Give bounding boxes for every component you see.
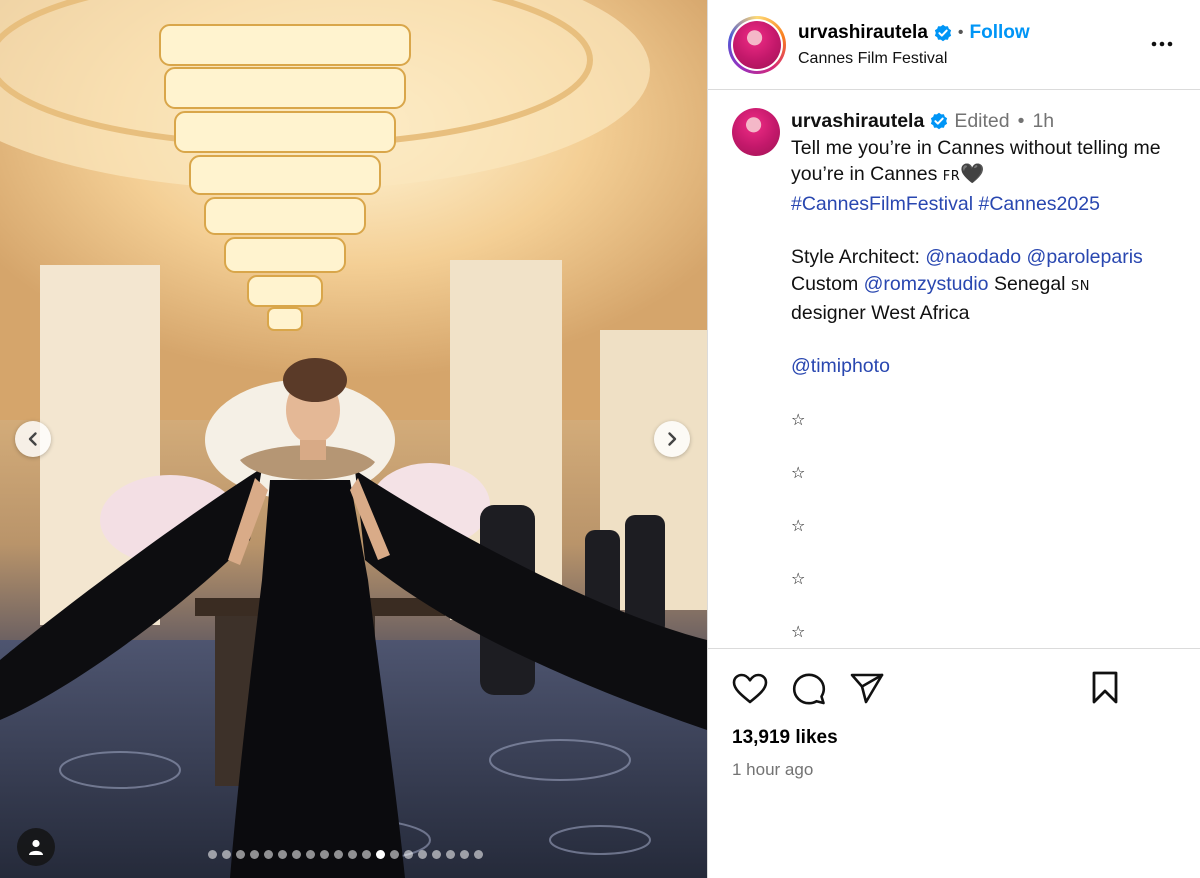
carousel-dot (390, 850, 399, 859)
post-media[interactable] (0, 0, 707, 878)
carousel-dot (404, 850, 413, 859)
carousel-dot (362, 850, 371, 859)
verified-badge-icon (934, 24, 952, 42)
mention-link[interactable]: @timiphoto (791, 355, 890, 377)
chevron-left-icon (28, 432, 37, 446)
flag-sn-emoji: SN (1070, 278, 1090, 294)
comment-icon (792, 673, 826, 705)
carousel-dot (264, 850, 273, 859)
black-heart-emoji: 🖤 (960, 163, 985, 186)
mention-link[interactable]: @paroleparis (1027, 246, 1143, 268)
hashtag-link[interactable]: #Cannes2025 (978, 193, 1099, 215)
header-separator: • (957, 23, 964, 41)
carousel-dot (320, 850, 329, 859)
post-photo (0, 0, 707, 878)
carousel-dot (376, 850, 385, 859)
save-button[interactable] (1091, 671, 1119, 710)
share-button[interactable] (850, 673, 884, 705)
carousel-dot (292, 850, 301, 859)
mention-link[interactable]: @naodado (925, 246, 1021, 268)
post-actions: 13,919 likes 1 hour ago (708, 648, 1200, 780)
comment-button[interactable] (792, 672, 826, 706)
star-line: ☆ (791, 409, 806, 429)
flag-fr-emoji: FR (942, 169, 961, 185)
carousel-dot (432, 850, 441, 859)
senegal-label: Senegal (993, 272, 1066, 295)
carousel-dot (446, 850, 455, 859)
star-line: ☆ (791, 569, 806, 589)
avatar[interactable] (733, 20, 781, 69)
location-link[interactable]: Cannes Film Festival (798, 50, 1030, 68)
caption-header: urvashirautela Edited • 1h (791, 108, 1181, 135)
star-line: ☆ (791, 622, 806, 642)
post-side-panel: urvashirautela • Follow Cannes Film Fest… (707, 0, 1200, 878)
carousel-dot (306, 850, 315, 859)
header-user-line: urvashirautela • Follow (798, 22, 1030, 44)
carousel-dot (418, 850, 427, 859)
post-header: urvashirautela • Follow Cannes Film Fest… (708, 0, 1200, 90)
carousel-next-button[interactable] (654, 421, 690, 457)
carousel-dot (236, 850, 245, 859)
caption-text: Tell me you’re in Cannes without telling… (791, 135, 1181, 646)
carousel-dot (474, 850, 483, 859)
style-architect-label: Style Architect: (791, 245, 920, 268)
edited-label: Edited (954, 110, 1010, 132)
carousel-indicator (208, 850, 483, 859)
avatar-frame (731, 18, 783, 71)
caption-separator: • (1017, 110, 1025, 132)
carousel-dot (278, 850, 287, 859)
like-button[interactable] (732, 673, 768, 705)
heart-icon (732, 673, 768, 704)
carousel-dot (222, 850, 231, 859)
star-line: ☆ (791, 462, 806, 482)
instagram-post: urvashirautela • Follow Cannes Film Fest… (0, 0, 1200, 878)
chevron-right-icon (668, 432, 677, 446)
more-options-icon (1151, 41, 1173, 47)
carousel-dot (460, 850, 469, 859)
tagged-users-button[interactable] (17, 828, 55, 866)
hashtag-link[interactable]: #CannesFilmFestival (791, 193, 973, 215)
carousel-dot (208, 850, 217, 859)
header-username[interactable]: urvashirautela (798, 22, 928, 44)
custom-label: Custom (791, 272, 859, 295)
carousel-dot (348, 850, 357, 859)
carousel-prev-button[interactable] (15, 421, 51, 457)
bookmark-icon (1092, 671, 1118, 704)
caption-username[interactable]: urvashirautela (791, 108, 924, 135)
likes-count[interactable]: 13,919 likes (732, 727, 1200, 749)
caption-avatar[interactable] (732, 108, 780, 156)
carousel-dot (250, 850, 259, 859)
designer-label: designer West Africa (791, 302, 970, 325)
post-timestamp[interactable]: 1 hour ago (732, 760, 1200, 780)
star-line: ☆ (791, 515, 806, 535)
share-icon (850, 673, 884, 704)
header-text: urvashirautela • Follow Cannes Film Fest… (798, 22, 1030, 68)
user-tag-icon (29, 839, 43, 855)
verified-badge-icon (930, 112, 948, 130)
caption-section: urvashirautela Edited • 1h Tell me you’r… (708, 90, 1200, 647)
story-ring[interactable] (728, 15, 786, 74)
mention-link[interactable]: @romzystudio (864, 273, 989, 295)
carousel-dot (334, 850, 343, 859)
more-options-button[interactable] (1150, 32, 1174, 61)
caption-age[interactable]: 1h (1032, 108, 1054, 135)
action-icons (732, 671, 1200, 707)
follow-button[interactable]: Follow (970, 22, 1030, 44)
caption-body: urvashirautela Edited • 1h Tell me you’r… (791, 108, 1181, 647)
